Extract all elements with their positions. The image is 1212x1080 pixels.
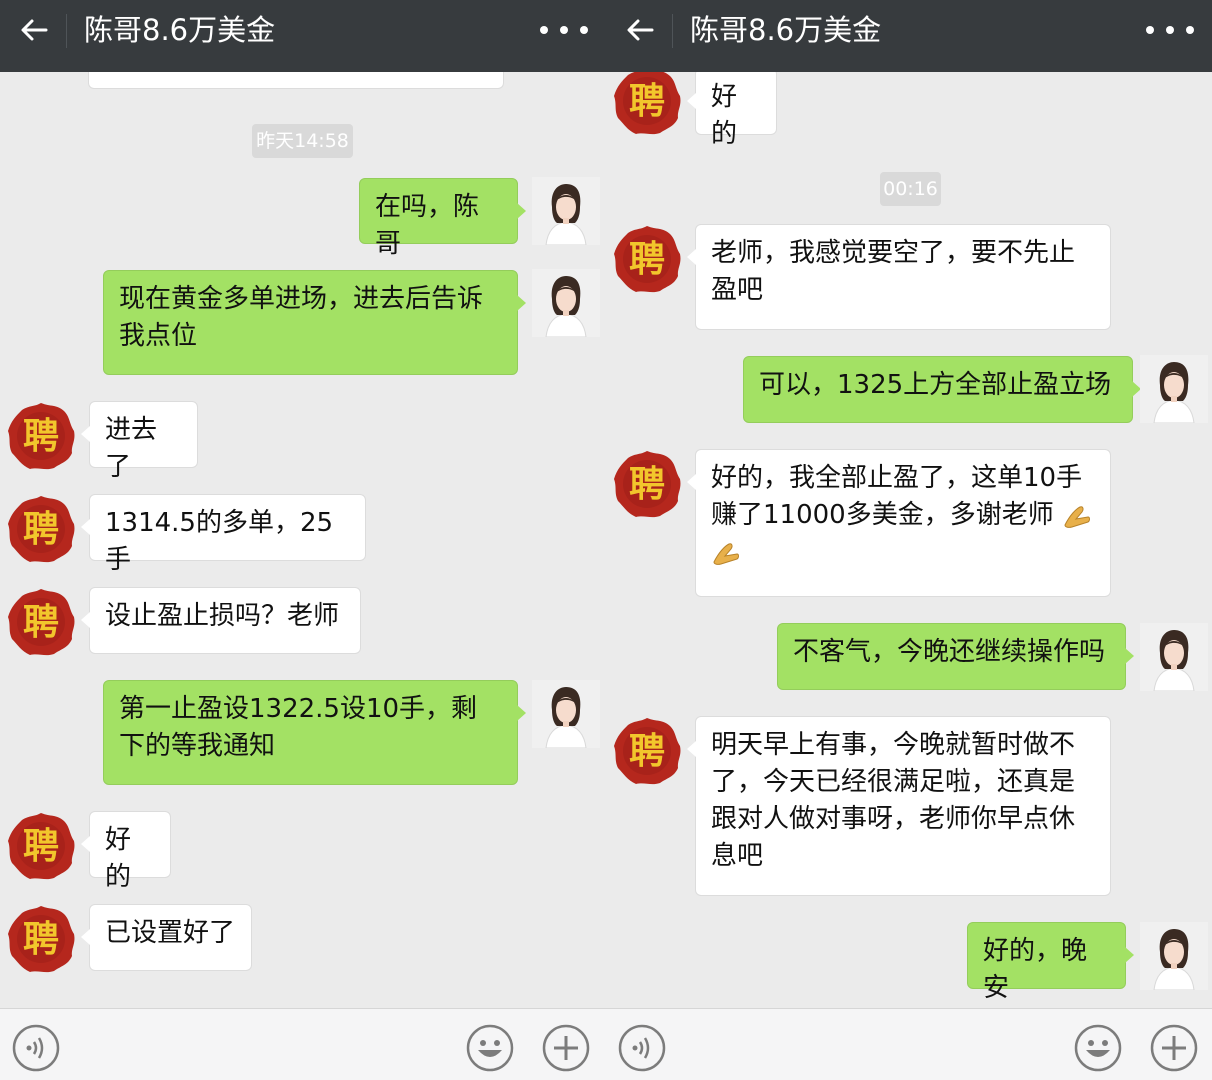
message-bubble-outgoing[interactable]: 不客气，今晚还继续操作吗 [777, 623, 1134, 690]
message-bubble-incoming[interactable]: 好的 [687, 72, 777, 149]
title-divider [672, 14, 673, 48]
chat-title: 陈哥8.6万美金 [690, 13, 882, 47]
more-dots-icon[interactable] [540, 26, 590, 36]
svg-text:聘: 聘 [23, 509, 59, 550]
message-bubble-outgoing[interactable]: 现在黄金多单进场，进去后告诉我点位 [103, 270, 526, 375]
message-bubble-outgoing[interactable]: 在吗，陈哥 [359, 178, 526, 259]
avatar-self[interactable] [532, 177, 600, 245]
more-dots-icon[interactable] [1146, 26, 1196, 36]
timestamp: 00:16 [880, 172, 941, 206]
avatar-self[interactable] [532, 680, 600, 748]
message-bubble-incoming[interactable]: 好的，我全部止盈了，这单10手赚了11000多美金，多谢老师 [687, 449, 1111, 597]
message-bubble-incoming[interactable]: 1314.5的多单，25手 [81, 494, 366, 575]
back-arrow-icon[interactable] [624, 14, 656, 46]
voice-icon[interactable] [12, 1024, 60, 1072]
avatar-contact[interactable]: 聘 [6, 811, 76, 881]
message-list[interactable]: 昨天14:58 在吗，陈哥 现在黄金多单进场，进去后告诉我点位 聘 进去了 聘 … [0, 72, 606, 1008]
emoji-icon[interactable] [1074, 1024, 1122, 1072]
message-bubble-incoming[interactable]: 已设置好了 [81, 904, 252, 971]
message-bubble-incoming[interactable]: 进去了 [81, 401, 198, 482]
avatar-contact[interactable]: 聘 [6, 587, 76, 657]
avatar-contact[interactable]: 聘 [612, 449, 682, 519]
svg-text:聘: 聘 [23, 826, 59, 867]
message-bubble-outgoing[interactable]: 可以，1325上方全部止盈立场 [743, 356, 1141, 423]
avatar-self[interactable] [532, 269, 600, 337]
svg-text:聘: 聘 [23, 602, 59, 643]
message-text: 好的，我全部止盈了，这单10手赚了11000多美金，多谢老师 [711, 463, 1083, 530]
timestamp: 昨天14:58 [252, 124, 353, 158]
chat-title: 陈哥8.6万美金 [84, 13, 276, 47]
message-bubble-outgoing[interactable]: 第一止盈设1322.5设10手，剩下的等我通知 [103, 680, 526, 785]
back-arrow-icon[interactable] [18, 14, 50, 46]
plus-icon[interactable] [542, 1024, 590, 1072]
avatar-contact[interactable]: 聘 [6, 494, 76, 564]
avatar-contact[interactable]: 聘 [612, 72, 682, 136]
message-bubble-incoming[interactable]: 明天早上有事，今晚就暂时做不了，今天已经很满足啦，还真是跟对人做对事呀，老师你早… [687, 716, 1111, 896]
avatar-self[interactable] [1140, 355, 1208, 423]
plus-icon[interactable] [1150, 1024, 1198, 1072]
folded-hands-icon [713, 542, 739, 565]
chat-screen-left: 陈哥8.6万美金 昨天14:58 在吗，陈哥 现在黄金多单进场，进去后告诉我点位… [0, 0, 606, 1080]
top-bar: 陈哥8.6万美金 [606, 0, 1212, 72]
avatar-contact[interactable]: 聘 [612, 716, 682, 786]
title-divider [66, 14, 67, 48]
svg-text:聘: 聘 [629, 464, 665, 505]
avatar-contact[interactable]: 聘 [6, 904, 76, 974]
svg-text:聘: 聘 [629, 81, 665, 122]
emoji-icon[interactable] [466, 1024, 514, 1072]
avatar-self[interactable] [1140, 922, 1208, 990]
svg-text:聘: 聘 [23, 416, 59, 457]
folded-hands-icon [1064, 505, 1090, 528]
input-toolbar [0, 1008, 606, 1080]
chat-screen-right: 陈哥8.6万美金 聘 好的 00:16 聘 老师，我感觉要空了，要不先止盈吧 可… [606, 0, 1212, 1080]
svg-text:聘: 聘 [23, 919, 59, 960]
message-bubble-outgoing[interactable]: 好的，晚安 [967, 922, 1134, 1003]
svg-text:聘: 聘 [629, 731, 665, 772]
svg-text:聘: 聘 [629, 239, 665, 280]
previous-message-bubble [88, 72, 504, 89]
voice-icon[interactable] [618, 1024, 666, 1072]
message-bubble-incoming[interactable]: 好的 [81, 811, 171, 892]
input-toolbar [606, 1008, 1212, 1080]
message-bubble-incoming[interactable]: 老师，我感觉要空了，要不先止盈吧 [687, 224, 1111, 330]
avatar-contact[interactable]: 聘 [6, 401, 76, 471]
message-bubble-incoming[interactable]: 设止盈止损吗？老师 [81, 587, 361, 654]
avatar-self[interactable] [1140, 623, 1208, 691]
top-bar: 陈哥8.6万美金 [0, 0, 606, 72]
avatar-contact[interactable]: 聘 [612, 224, 682, 294]
message-list[interactable]: 聘 好的 00:16 聘 老师，我感觉要空了，要不先止盈吧 可以，1325上方全… [606, 72, 1212, 1008]
